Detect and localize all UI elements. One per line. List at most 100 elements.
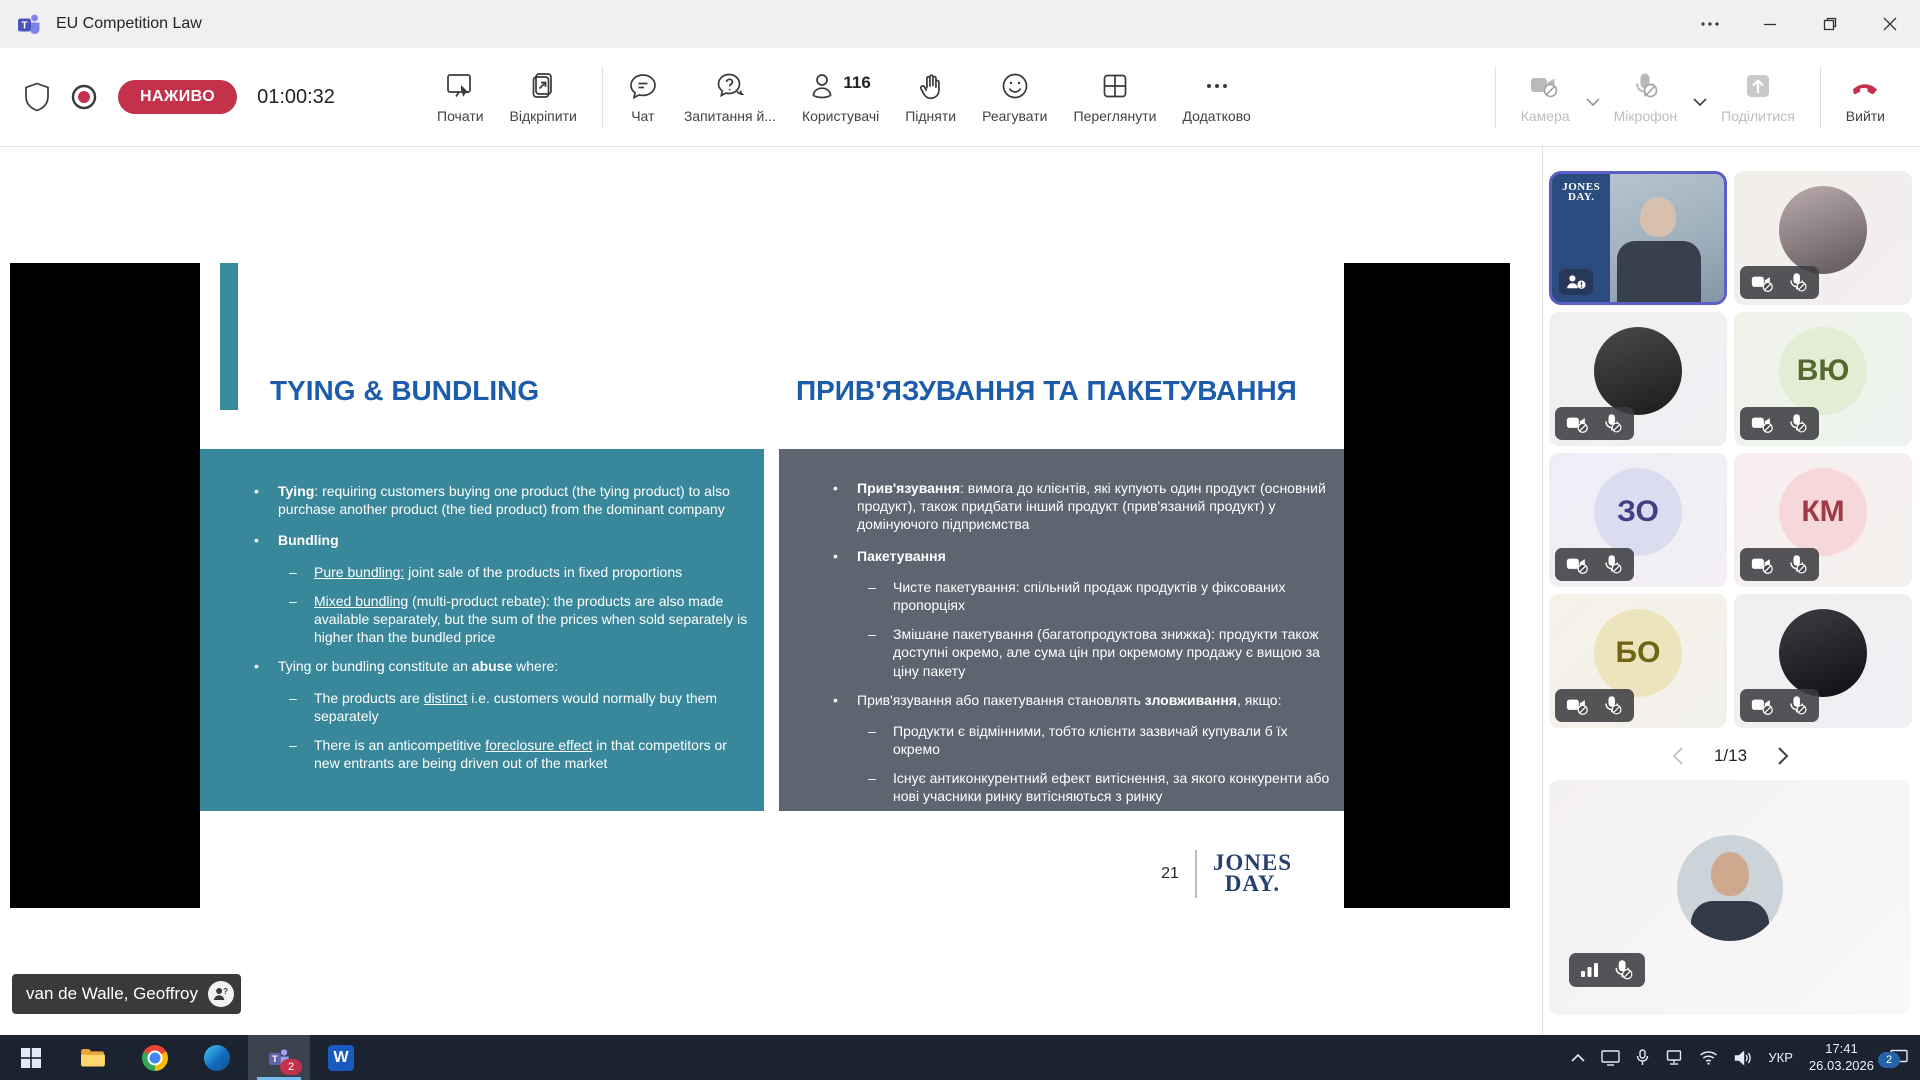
featured-status-badge <box>1569 953 1645 987</box>
toolbar-divider <box>1495 66 1496 128</box>
participant-tile[interactable]: БО <box>1549 594 1727 728</box>
mic-off-icon <box>1602 554 1623 575</box>
more-actions-button[interactable]: Додатково <box>1169 65 1263 130</box>
start-presenting-button[interactable]: Почати <box>424 65 497 130</box>
camera-options-chevron-icon[interactable] <box>1585 87 1601 107</box>
slide-bullet: –Pure bundling: joint sale of the produc… <box>200 563 764 581</box>
tile-status-badge <box>1555 548 1634 581</box>
participant-tile[interactable]: КМ <box>1734 453 1912 587</box>
teams-taskbar-icon[interactable]: T 2 <box>248 1035 310 1080</box>
page-indicator: 1/13 <box>1714 746 1747 766</box>
unpin-button[interactable]: Відкріпити <box>497 65 590 130</box>
volume-icon[interactable] <box>1734 1050 1752 1066</box>
tile-status-badge <box>1555 689 1634 722</box>
file-explorer-icon[interactable] <box>62 1035 124 1080</box>
edge-icon[interactable] <box>186 1035 248 1080</box>
mic-off-icon <box>1787 695 1808 716</box>
toolbar-divider <box>602 66 603 128</box>
screenshare-content: TYING & BUNDLING ПРИВ'ЯЗУВАННЯ ТА ПАКЕТУ… <box>10 263 1510 908</box>
window-close-button[interactable] <box>1860 0 1920 48</box>
view-button[interactable]: Переглянути <box>1061 65 1170 130</box>
mic-options-chevron-icon[interactable] <box>1692 87 1708 107</box>
participant-tile[interactable]: ЗО <box>1549 453 1727 587</box>
svg-text:?: ? <box>223 987 228 996</box>
page-next-icon[interactable] <box>1777 746 1789 766</box>
live-badge: НАЖИВО <box>118 80 237 114</box>
slide-bullet: –Продукти є відмінними, тобто клієнти за… <box>779 722 1344 758</box>
taskbar-clock[interactable]: 17:41 26.03.2026 <box>1809 1041 1874 1075</box>
network-quality-icon <box>1580 962 1600 978</box>
leave-button[interactable]: Вийти <box>1833 65 1898 130</box>
jones-day-logo: JONES DAY. <box>1213 853 1292 894</box>
hang-up-icon <box>1848 71 1882 101</box>
participant-tile[interactable] <box>1734 594 1912 728</box>
slide-bullet: •Пакетування <box>779 547 1344 565</box>
camera-off-icon <box>1566 555 1590 575</box>
window-title: EU Competition Law <box>56 15 202 33</box>
mic-off-icon <box>1787 272 1808 293</box>
button-label: Підняти <box>905 108 956 124</box>
notification-count-badge: 2 <box>1878 1052 1900 1068</box>
tray-date: 26.03.2026 <box>1809 1058 1874 1073</box>
camera-button[interactable]: Камера <box>1508 65 1583 130</box>
slide-bullet: •Прив'язування або пакетування становлят… <box>779 691 1344 709</box>
mic-off-icon <box>1787 554 1808 575</box>
slide-bullet: –Змішане пакетування (багатопродуктова з… <box>779 625 1344 680</box>
slide-text-box-en: •Tying: requiring customers buying one p… <box>200 449 764 811</box>
hidden-icons-chevron-icon[interactable] <box>1571 1053 1585 1062</box>
mic-off-icon <box>1602 413 1623 434</box>
participant-tile[interactable]: ВЮ <box>1734 312 1912 446</box>
logo-line-2: DAY. <box>1225 871 1280 896</box>
qa-button[interactable]: Запитання й... <box>671 65 789 130</box>
participant-grid: JONESDAY. ВЮ ЗО КМ БО <box>1549 171 1912 728</box>
windows-taskbar: T 2 W УКР 17:41 26.03.2026 2 <box>0 1035 1920 1080</box>
teams-app-icon: T <box>16 11 42 37</box>
window-more-button[interactable] <box>1680 0 1740 48</box>
window-restore-button[interactable] <box>1800 0 1860 48</box>
spotlight-badge <box>1559 269 1593 295</box>
svg-text:T: T <box>21 21 27 32</box>
chrome-icon[interactable] <box>124 1035 186 1080</box>
tile-status-badge <box>1740 548 1819 581</box>
action-center-icon[interactable]: 2 <box>1890 1049 1908 1066</box>
window-minimize-button[interactable] <box>1740 0 1800 48</box>
raise-hand-button[interactable]: Підняти <box>892 65 969 130</box>
participant-initials-avatar: ВЮ <box>1779 327 1867 415</box>
presenter-video-still <box>1610 174 1724 302</box>
word-icon[interactable]: W <box>310 1035 372 1080</box>
chat-button[interactable]: Чат <box>615 65 671 130</box>
participant-initials-avatar: КМ <box>1779 468 1867 556</box>
camera-off-icon <box>1751 555 1775 575</box>
react-button[interactable]: Реагувати <box>969 65 1060 130</box>
page-prev-icon[interactable] <box>1672 746 1684 766</box>
language-indicator[interactable]: УКР <box>1768 1050 1793 1065</box>
slide-footer: 21 JONES DAY. <box>1161 850 1292 898</box>
cast-display-icon[interactable] <box>1601 1050 1620 1066</box>
presenter-name: van de Walle, Geoffroy <box>26 984 198 1004</box>
button-label: Запитання й... <box>684 108 776 124</box>
share-button[interactable]: Поділитися <box>1708 65 1808 130</box>
start-button[interactable] <box>0 1035 62 1080</box>
network-icon[interactable] <box>1665 1050 1683 1065</box>
participant-tile-presenter[interactable]: JONESDAY. <box>1549 171 1727 305</box>
participant-tile[interactable] <box>1734 171 1912 305</box>
button-label: Відкріпити <box>510 108 577 124</box>
microphone-button[interactable]: Мікрофон <box>1601 65 1691 130</box>
button-label: Користувачі <box>802 108 879 124</box>
tile-status-badge <box>1740 266 1819 299</box>
wifi-icon[interactable] <box>1699 1050 1718 1065</box>
button-label: Поділитися <box>1721 108 1795 124</box>
tray-mic-icon[interactable] <box>1636 1049 1649 1066</box>
slide-bullet: •Tying: requiring customers buying one p… <box>200 482 764 518</box>
gallery-pagination: 1/13 <box>1549 746 1912 766</box>
meeting-toolbar: НАЖИВО 01:00:32 Почати Відкріпити Чат <box>0 48 1920 147</box>
security-shield-icon[interactable] <box>24 82 50 112</box>
button-label: Чат <box>631 108 654 124</box>
slide-bullet: •Прив'язування: вимога до клієнтів, які … <box>779 479 1344 534</box>
participant-tile[interactable] <box>1549 312 1727 446</box>
featured-participant-tile[interactable] <box>1549 780 1910 1015</box>
presenter-role-icon: ? <box>208 981 234 1007</box>
tile-status-badge <box>1555 407 1634 440</box>
meeting-timer: 01:00:32 <box>257 86 335 109</box>
participants-button[interactable]: 116 Користувачі <box>789 65 892 130</box>
